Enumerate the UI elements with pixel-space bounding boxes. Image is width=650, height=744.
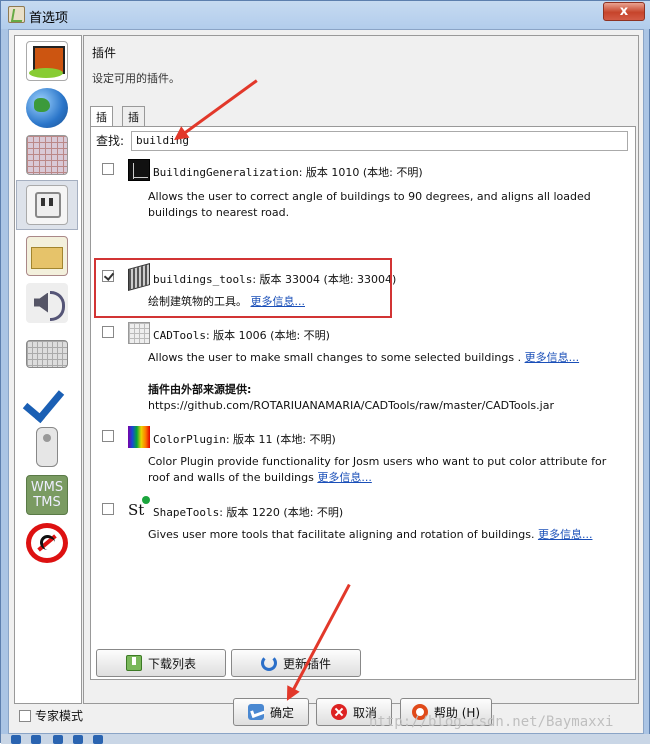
- preferences-sidebar: WMS TMS: [14, 35, 82, 704]
- checkmark-icon: [26, 379, 68, 419]
- tab-plugin-update-rules[interactable]: 插件更新规则: [122, 106, 145, 204]
- speaker-icon: [26, 282, 68, 323]
- plugin-description: Allows the user to correct angle of buil…: [148, 190, 591, 219]
- keyboard-icon: [26, 339, 68, 368]
- cancel-icon: [330, 704, 347, 720]
- plugin-source-label: 插件由外部来源提供:: [148, 383, 252, 396]
- sidebar-item-display[interactable]: [16, 38, 78, 83]
- globe-icon: [26, 87, 68, 128]
- sidebar-item-validator[interactable]: [16, 376, 78, 421]
- sidebar-item-presets[interactable]: [16, 233, 78, 278]
- search-label: 查找:: [96, 134, 125, 148]
- plugin-version: : 版本 1010 (本地: 不明): [298, 166, 423, 179]
- green-dot-icon: [142, 496, 150, 504]
- ok-icon: [247, 704, 264, 720]
- ok-button[interactable]: 确定: [233, 698, 309, 726]
- sidebar-item-map[interactable]: [16, 132, 78, 177]
- download-icon: [125, 655, 142, 671]
- expert-mode-label: 专家模式: [35, 709, 84, 723]
- plugin-name: ColorPlugin: [153, 433, 226, 446]
- plugin-source-url: https://github.com/ROTARIUANAMARIA/CADTo…: [148, 399, 554, 412]
- color-plugin-icon: [128, 426, 150, 448]
- remote-control-icon: [36, 426, 58, 467]
- update-plugins-button[interactable]: 更新插件: [231, 649, 361, 677]
- plugins-panel: 插件 设定可用的插件。 插件 插件更新规则 查找: building Build…: [83, 35, 639, 704]
- download-list-label: 下载列表: [147, 656, 196, 671]
- more-info-link[interactable]: 更多信息...: [317, 471, 372, 484]
- more-info-link[interactable]: 更多信息...: [538, 528, 593, 541]
- wms-label: WMS: [30, 479, 64, 495]
- sidebar-item-connection[interactable]: [16, 85, 78, 130]
- plugin-checkbox[interactable]: [102, 430, 114, 442]
- plugin-description-text: Color Plugin provide functionality for J…: [148, 455, 607, 484]
- plugin-title: CADTools: 版本 1006 (本地: 不明): [153, 327, 330, 343]
- watermark: http://blog.csdn.net/Baymaxxi: [369, 714, 614, 730]
- shape-tools-icon: St: [128, 496, 150, 521]
- plugin-checkbox[interactable]: [102, 326, 114, 338]
- more-info-link[interactable]: 更多信息...: [525, 351, 580, 364]
- plugins-tab-content: 查找: building BuildingGeneralization: 版本 …: [90, 126, 636, 680]
- josm-app-icon: [8, 6, 25, 23]
- plugin-description: Gives user more tools that facilitate al…: [148, 527, 628, 543]
- shape-tools-glyph: St: [128, 501, 145, 519]
- folder-icon: [26, 235, 68, 276]
- sidebar-item-remote-control[interactable]: [16, 424, 78, 469]
- plugin-title: BuildingGeneralization: 版本 1010 (本地: 不明): [153, 164, 423, 180]
- plugin-name: BuildingGeneralization: [153, 166, 299, 179]
- plugin-version: : 版本 1220 (本地: 不明): [219, 506, 344, 519]
- panel-description: 设定可用的插件。: [92, 72, 180, 85]
- panel-heading: 插件: [92, 46, 117, 60]
- plugin-checkbox[interactable]: [102, 163, 114, 175]
- plugin-description-text: Allows the user to make small changes to…: [148, 351, 522, 364]
- search-input[interactable]: building: [131, 131, 628, 151]
- plugin-version: : 版本 11 (本地: 不明): [225, 433, 336, 446]
- plugin-source: 插件由外部来源提供: https://github.com/ROTARIUANA…: [148, 382, 628, 414]
- sidebar-item-shortcuts[interactable]: [16, 328, 78, 373]
- building-generalization-icon: [128, 159, 150, 181]
- cadtools-icon: [128, 322, 150, 344]
- expert-mode-option[interactable]: 专家模式: [19, 707, 83, 724]
- title-bar[interactable]: 首选项 x: [1, 1, 650, 29]
- plugin-title: ColorPlugin: 版本 11 (本地: 不明): [153, 431, 336, 447]
- wms-tms-icon: WMS TMS: [26, 474, 68, 515]
- plugin-title: ShapeTools: 版本 1220 (本地: 不明): [153, 504, 343, 520]
- plugin-version: : 版本 1006 (本地: 不明): [205, 329, 330, 342]
- sidebar-item-audio[interactable]: [16, 280, 78, 325]
- no-turn-icon: [26, 522, 68, 563]
- preferences-window: 首选项 x WMS TMS 插件 设定可用的插件。 插 插 查找: buildi…: [0, 0, 650, 744]
- plugin-name: ShapeTools: [153, 506, 220, 519]
- highlight-box: [94, 258, 392, 318]
- display-settings-icon: [26, 40, 68, 81]
- tab-plugins[interactable]: 插件: [90, 106, 113, 140]
- plugin-description: Allows the user to make small changes to…: [148, 350, 628, 366]
- plug-icon: [26, 185, 68, 225]
- tms-label: TMS: [33, 494, 61, 510]
- download-list-button[interactable]: 下载列表: [96, 649, 226, 677]
- expert-mode-checkbox[interactable]: [19, 709, 31, 722]
- plugin-description: Color Plugin provide functionality for J…: [148, 454, 628, 486]
- refresh-icon: [260, 655, 277, 671]
- plugin-name: CADTools: [153, 329, 206, 342]
- sidebar-item-plugins[interactable]: [16, 180, 78, 230]
- close-button[interactable]: x: [603, 2, 645, 21]
- plugin-checkbox[interactable]: [102, 503, 114, 515]
- sidebar-item-turn-restrictions[interactable]: [16, 520, 78, 565]
- map-grid-icon: [26, 134, 68, 175]
- ok-label: 确定: [269, 705, 294, 720]
- window-title: 首选项: [29, 11, 69, 26]
- sidebar-item-imagery[interactable]: WMS TMS: [16, 472, 78, 517]
- plugin-description-text: Gives user more tools that facilitate al…: [148, 528, 535, 541]
